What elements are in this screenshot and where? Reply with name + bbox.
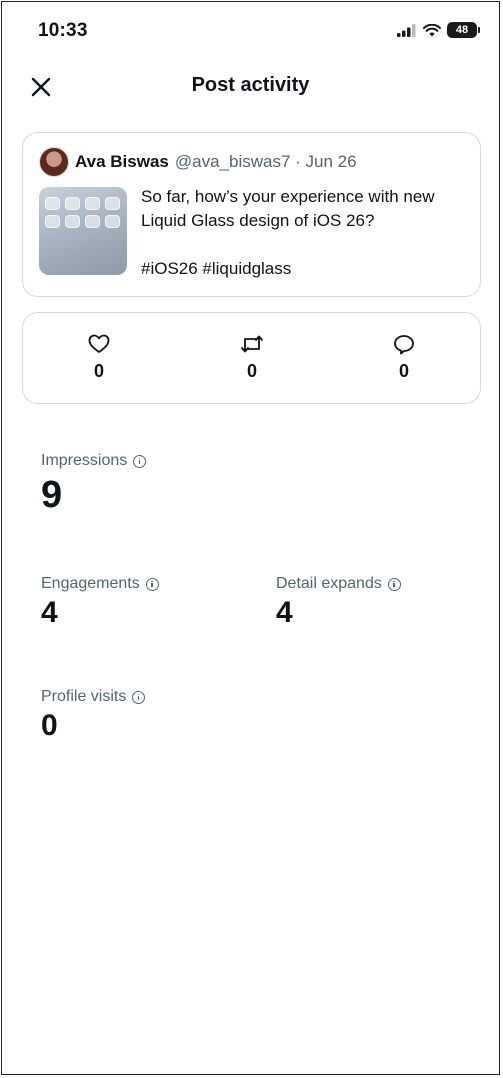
app-frame: 10:33 48 Post activity Ava Biswas @ava_b… [1, 1, 500, 1075]
status-time: 10:33 [38, 20, 88, 41]
engagement-metrics: 0 0 0 [22, 312, 481, 404]
info-icon[interactable] [133, 454, 147, 468]
post-text-line: So far, how’s your experience with new [141, 187, 435, 206]
battery-icon: 48 [447, 22, 480, 38]
reply-icon [394, 334, 414, 354]
avatar[interactable] [39, 147, 69, 177]
engagements-stat: Engagements 4 [41, 575, 159, 631]
impressions-label: Impressions [41, 452, 128, 469]
profile-visits-value: 0 [41, 709, 58, 742]
wifi-icon [423, 23, 441, 36]
detail-expands-stat: Detail expands 4 [276, 575, 401, 631]
post-image[interactable] [39, 187, 127, 275]
heart-icon [88, 334, 110, 353]
engagements-label: Engagements [41, 575, 140, 592]
status-bar: 10:33 48 [2, 2, 499, 60]
detail-expands-label: Detail expands [276, 575, 382, 592]
post-text: So far, how’s your experience with new L… [141, 185, 471, 281]
thumbnail-app-grid [45, 197, 120, 228]
impressions-stat: Impressions 9 [41, 452, 147, 518]
reposts-metric[interactable]: 0 [222, 333, 282, 382]
likes-metric[interactable]: 0 [69, 333, 129, 382]
post-card[interactable]: Ava Biswas @ava_biswas7 · Jun 26 So far,… [22, 132, 481, 297]
likes-count: 0 [93, 361, 104, 381]
header: Post activity [2, 64, 499, 110]
impressions-value: 9 [41, 474, 63, 516]
info-icon[interactable] [145, 577, 159, 591]
info-icon[interactable] [132, 690, 146, 704]
engagements-value: 4 [41, 596, 58, 629]
detail-expands-value: 4 [276, 596, 293, 629]
replies-count: 0 [398, 361, 409, 381]
info-icon[interactable] [387, 577, 401, 591]
reposts-count: 0 [246, 361, 257, 381]
post-header: Ava Biswas @ava_biswas7 · Jun 26 [39, 147, 357, 177]
author-meta: @ava_biswas7 · Jun 26 [174, 152, 357, 171]
page-title: Post activity [191, 74, 310, 96]
author-name[interactable]: Ava Biswas [75, 152, 169, 172]
repost-icon [241, 335, 263, 353]
replies-metric[interactable]: 0 [374, 333, 434, 382]
post-text-line: Liquid Glass design of iOS 26? [141, 211, 375, 230]
status-icons: 48 [397, 22, 480, 38]
signal-icon [397, 23, 416, 37]
profile-visits-label: Profile visits [41, 688, 127, 705]
post-hashtags: #iOS26 #liquidglass [141, 259, 292, 278]
profile-visits-stat: Profile visits 0 [41, 688, 146, 744]
